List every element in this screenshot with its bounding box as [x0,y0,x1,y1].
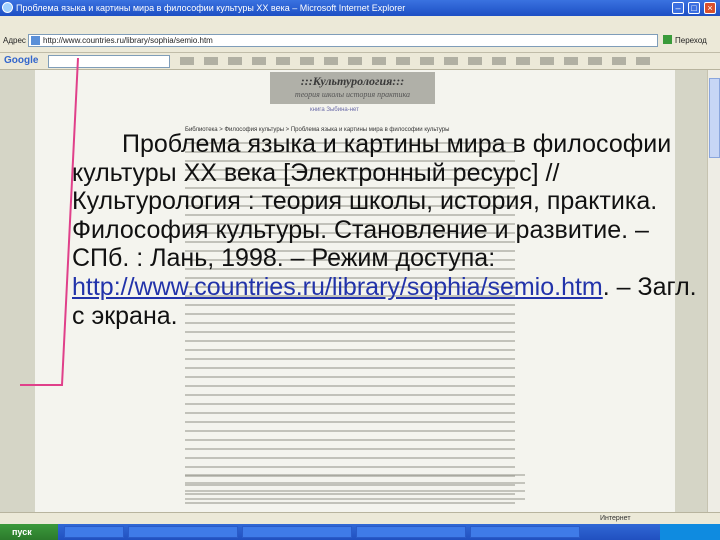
scrollbar-thumb[interactable] [709,78,720,158]
vertical-scrollbar[interactable] [707,70,720,512]
citation-text: Проблема языка и картины мира в философи… [72,130,672,273]
taskbar-item[interactable] [64,526,124,538]
start-button[interactable]: пуск [0,524,58,540]
google-toolbar: Google [0,53,720,70]
google-logo[interactable]: Google [4,55,38,66]
banner-subtitle: теория школы история практика [294,90,411,99]
citation-overlay: Проблема языка и картины мира в философи… [72,130,702,330]
citation-url[interactable]: http://www.countries.ru/library/sophia/s… [72,273,603,301]
taskbar-item[interactable] [242,526,352,538]
address-value: http://www.countries.ru/library/sophia/s… [43,36,213,45]
google-search-input[interactable] [48,55,170,68]
minimize-icon[interactable]: – [672,2,684,14]
banner-title: :::Культурология::: [300,74,405,88]
go-button[interactable]: Переход [663,34,713,47]
menu-bar [0,16,720,31]
address-bar: Адрес http://www.countries.ru/library/so… [0,30,720,53]
ie-icon [2,2,13,13]
taskbar-item[interactable] [128,526,238,538]
taskbar: пуск [0,524,720,540]
window-title: Проблема языка и картины мира в философи… [16,3,406,13]
system-tray [660,524,720,540]
taskbar-item[interactable] [356,526,466,538]
page-icon [31,36,40,45]
taskbar-item[interactable] [470,526,580,538]
address-input[interactable]: http://www.countries.ru/library/sophia/s… [28,34,658,47]
article-footer-text [185,474,525,504]
window-titlebar: Проблема языка и картины мира в философи… [0,0,720,16]
address-label: Адрес [3,36,26,45]
google-toolbar-buttons[interactable] [180,57,660,65]
site-banner[interactable]: :::Культурология::: теория школы история… [270,72,435,104]
maximize-icon[interactable]: □ [688,2,700,14]
page-link[interactable]: книга Зыбина-нет [310,107,359,113]
close-icon[interactable]: × [704,2,716,14]
